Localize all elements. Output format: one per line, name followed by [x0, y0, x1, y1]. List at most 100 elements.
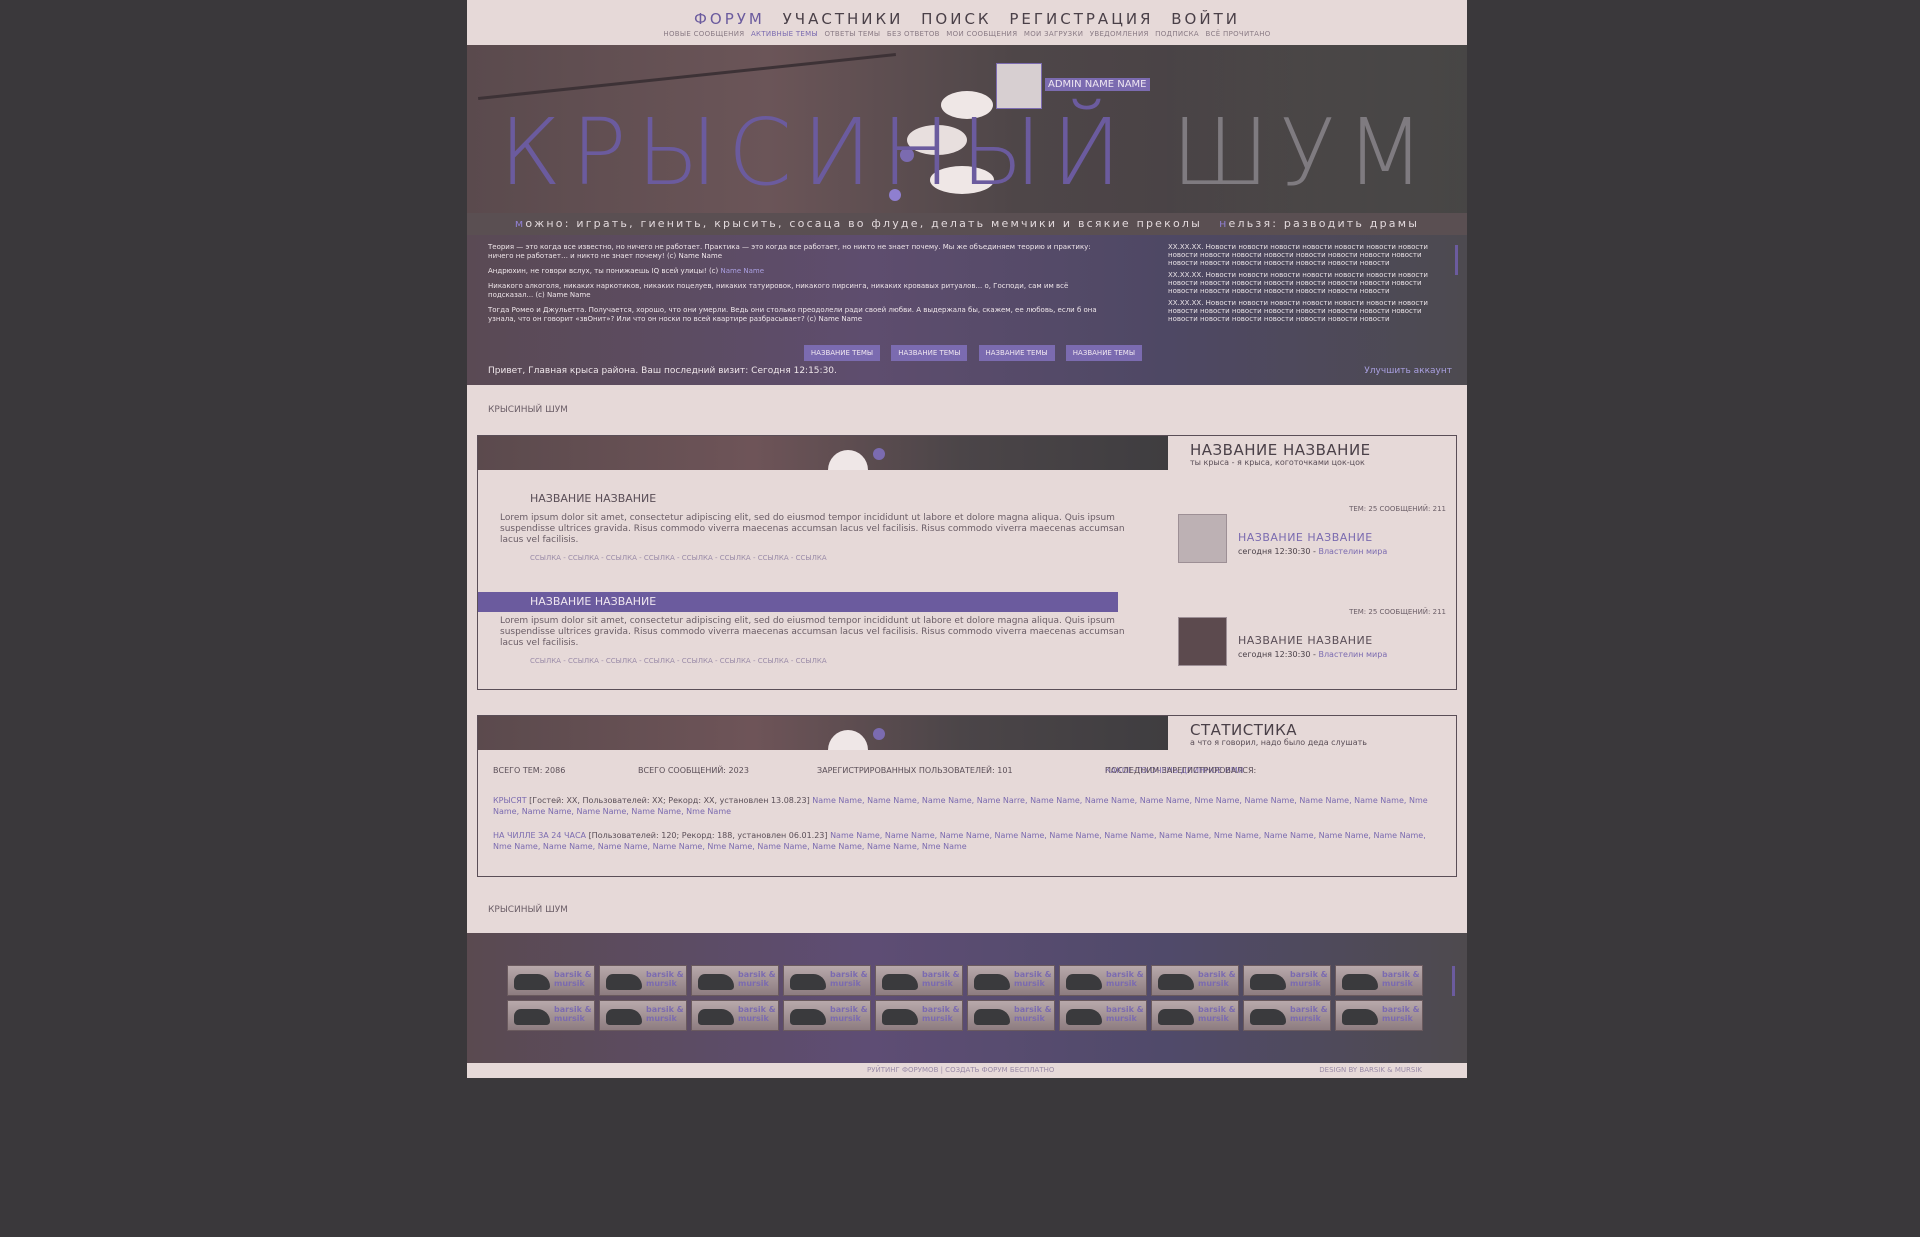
partner-button[interactable]: barsik & mursik — [1243, 965, 1331, 996]
last-post-time: сегодня 12:30:30 - — [1238, 547, 1316, 556]
quote-author[interactable]: Name Name — [721, 267, 765, 275]
stat-total-topics: ВСЕГО ТЕМ: 2086 — [493, 766, 566, 775]
online-info: [Гостей: XX, Пользователей: XX; Рекорд: … — [529, 796, 810, 805]
subnav-subscription[interactable]: ПОДПИСКА — [1155, 30, 1199, 38]
cat-icon — [1250, 1009, 1286, 1025]
partner-button[interactable]: barsik & mursik — [1059, 965, 1147, 996]
news-item: XX.XX.XX. Новости новости новости новост… — [1168, 243, 1428, 267]
topic-button[interactable]: НАЗВАНИЕ ТЕМЫ — [891, 345, 968, 361]
online-24h-info: [Пользователей: 120; Рекорд: 188, устано… — [588, 831, 828, 840]
partner-button[interactable]: barsik & mursik — [967, 965, 1055, 996]
cat-icon — [514, 974, 550, 990]
quote-item: Тогда Ромео и Джульетта. Получается, хор… — [488, 306, 1108, 324]
news-scrollbar[interactable] — [1455, 245, 1458, 275]
subnav-notifications[interactable]: УВЕДОМЛЕНИЯ — [1090, 30, 1149, 38]
topic-button[interactable]: НАЗВАНИЕ ТЕМЫ — [803, 345, 881, 361]
forum-title[interactable]: НАЗВАНИЕ НАЗВАНИЕ — [530, 492, 656, 505]
subnav-my-uploads[interactable]: МОИ ЗАГРУЗКИ — [1024, 30, 1083, 38]
partner-button[interactable]: barsik & mursik — [875, 1000, 963, 1031]
statistics-block: СТАТИСТИКА а что я говорил, надо было де… — [477, 715, 1457, 877]
cat-icon — [606, 974, 642, 990]
subnav-mark-read[interactable]: ВСЁ ПРОЧИТАНО — [1206, 30, 1271, 38]
partner-button[interactable]: barsik & mursik — [507, 1000, 595, 1031]
last-post-topic[interactable]: НАЗВАНИЕ НАЗВАНИЕ — [1238, 531, 1373, 544]
cat-icon — [514, 1009, 550, 1025]
partner-button[interactable]: barsik & mursik — [507, 965, 595, 996]
upgrade-account-link[interactable]: Улучшить аккаунт — [1364, 366, 1452, 376]
forum-links[interactable]: ССЫЛКА - ССЫЛКА - ССЫЛКА - ССЫЛКА - ССЫЛ… — [530, 657, 827, 665]
last-post-avatar[interactable] — [1178, 617, 1227, 666]
partner-button-text: barsik & mursik — [922, 970, 960, 988]
cat-icon — [698, 1009, 734, 1025]
cat-icon — [606, 1009, 642, 1025]
cat-icon — [1066, 1009, 1102, 1025]
partner-button[interactable]: barsik & mursik — [691, 965, 779, 996]
breadcrumb[interactable]: КРЫСИНЫЙ ШУМ — [488, 405, 568, 415]
partner-button-text: barsik & mursik — [646, 1005, 684, 1023]
last-post-user[interactable]: Властелин мира — [1318, 547, 1387, 556]
copyright-links[interactable]: РУЙТИНГ ФОРУМОВ | СОЗДАТЬ ФОРУМ БЕСПЛАТН… — [867, 1063, 1054, 1078]
partner-button-text: barsik & mursik — [554, 1005, 592, 1023]
partner-button[interactable]: barsik & mursik — [967, 1000, 1055, 1031]
topic-button[interactable]: НАЗВАНИЕ ТЕМЫ — [978, 345, 1055, 361]
cat-icon — [790, 974, 826, 990]
partner-button[interactable]: barsik & mursik — [1059, 1000, 1147, 1031]
nav-login[interactable]: ВОЙТИ — [1171, 10, 1240, 28]
subnav-active-topics[interactable]: АКТИВНЫЕ ТЕМЫ — [751, 30, 818, 38]
partner-button-text: barsik & mursik — [830, 970, 868, 988]
quote-item: Никакого алкоголя, никаких наркотиков, н… — [488, 282, 1108, 300]
partner-button[interactable]: barsik & mursik — [1243, 1000, 1331, 1031]
news-feed: XX.XX.XX. Новости новости новости новост… — [1168, 243, 1453, 338]
partner-button[interactable]: barsik & mursik — [1335, 965, 1423, 996]
breadcrumb-bottom[interactable]: КРЫСИНЫЙ ШУМ — [488, 905, 568, 915]
partner-button[interactable]: barsik & mursik — [783, 965, 871, 996]
forum-links[interactable]: ССЫЛКА - ССЫЛКА - ССЫЛКА - ССЫЛКА - ССЫЛ… — [530, 554, 827, 562]
partner-button-text: barsik & mursik — [554, 970, 592, 988]
partner-button[interactable]: barsik & mursik — [1151, 1000, 1239, 1031]
tagline: можно: играть, гиенить, крысить, сосаца … — [467, 213, 1467, 235]
header-banner: ADMIN NAME NAME КРЫСИНЫЙ ШУМ — [467, 45, 1467, 213]
nav-search[interactable]: ПОИСК — [921, 10, 991, 28]
subnav-new-posts[interactable]: НОВЫЕ СООБЩЕНИЯ — [663, 30, 744, 38]
last-post-topic[interactable]: НАЗВАНИЕ НАЗВАНИЕ — [1238, 634, 1373, 647]
nav-forum[interactable]: ФОРУМ — [694, 10, 765, 28]
quote-item: Андрюхин, не говори вслух, ты понижаешь … — [488, 267, 1108, 276]
topic-button[interactable]: НАЗВАНИЕ ТЕМЫ — [1065, 345, 1142, 361]
subnav-replies[interactable]: ОТВЕТЫ ТЕМЫ — [824, 30, 880, 38]
forum-title-highlighted[interactable]: НАЗВАНИЕ НАЗВАНИЕ — [478, 592, 1118, 612]
statistics-subtitle: а что я говорил, надо было деда слушать — [1190, 738, 1367, 747]
cat-icon — [1158, 1009, 1194, 1025]
cat-icon — [1158, 974, 1194, 990]
partner-button-text: barsik & mursik — [1106, 970, 1144, 988]
statistics-banner — [478, 716, 1168, 750]
category-title: НАЗВАНИЕ НАЗВАНИЕ — [1190, 441, 1371, 459]
flower-illustration — [873, 728, 885, 740]
cat-icon — [882, 974, 918, 990]
nav-members[interactable]: УЧАСТНИКИ — [783, 10, 904, 28]
subnav-my-posts[interactable]: МОИ СООБЩЕНИЯ — [946, 30, 1017, 38]
buttons-scrollbar[interactable] — [1452, 966, 1455, 996]
partner-button[interactable]: barsik & mursik — [691, 1000, 779, 1031]
forum-description: Lorem ipsum dolor sit amet, consectetur … — [500, 513, 1125, 545]
partner-button[interactable]: barsik & mursik — [783, 1000, 871, 1031]
subnav-unanswered[interactable]: БЕЗ ОТВЕТОВ — [887, 30, 940, 38]
partner-button-text: barsik & mursik — [1382, 970, 1420, 988]
flower-illustration — [873, 448, 885, 460]
logo-word-1: КРЫСИНЫЙ — [499, 99, 1132, 206]
partner-button-text: barsik & mursik — [738, 970, 776, 988]
cat-icon — [1250, 974, 1286, 990]
partner-button-text: barsik & mursik — [1198, 1005, 1236, 1023]
partner-button[interactable]: barsik & mursik — [1335, 1000, 1423, 1031]
admin-name-badge[interactable]: ADMIN NAME NAME — [1045, 78, 1150, 91]
last-post-avatar[interactable] — [1178, 514, 1227, 563]
last-post-user[interactable]: Властелин мира — [1318, 650, 1387, 659]
news-item: XX.XX.XX. Новости новости новости новост… — [1168, 271, 1428, 295]
partner-button[interactable]: barsik & mursik — [599, 1000, 687, 1031]
partner-button[interactable]: barsik & mursik — [875, 965, 963, 996]
stat-last-registered: ПОСЛЕДНИМ ЗАРЕГИСТРИРОВАЛСЯ: КАКОЕ-ТО ОЧ… — [1105, 766, 1256, 775]
partner-button[interactable]: barsik & mursik — [599, 965, 687, 996]
partner-button[interactable]: barsik & mursik — [1151, 965, 1239, 996]
design-credit[interactable]: DESIGN BY BARSIK & MURSIK — [1319, 1063, 1422, 1078]
nav-register[interactable]: РЕГИСТРАЦИЯ — [1009, 10, 1153, 28]
forum-description: Lorem ipsum dolor sit amet, consectetur … — [500, 616, 1125, 648]
